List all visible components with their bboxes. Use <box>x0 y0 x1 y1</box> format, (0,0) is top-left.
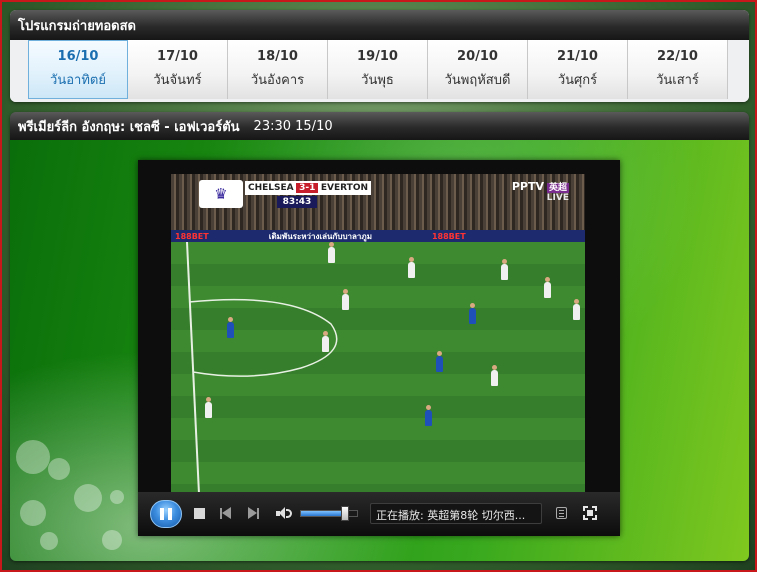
day-tab-21-10[interactable]: 21/10 วันศุกร์ <box>528 40 628 99</box>
bokeh-decoration <box>110 490 124 504</box>
away-team: EVERTON <box>320 183 368 193</box>
day-tab-name: วันพุธ <box>361 73 394 88</box>
speaker-cone <box>279 507 285 519</box>
fullscreen-icon <box>583 506 588 511</box>
video-screen[interactable]: 188BET เดิมพันระหว่างเล่นกับบาลาภูม 188B… <box>171 174 585 494</box>
previous-button[interactable] <box>220 507 234 519</box>
player-everton <box>328 242 335 263</box>
day-tab-20-10[interactable]: 20/10 วันพฤหัสบดี <box>428 40 528 99</box>
match-score: 3-1 <box>296 183 319 193</box>
day-tab-name: วันอังคาร <box>250 73 305 88</box>
bokeh-decoration <box>102 530 122 550</box>
day-tab-date: 21/10 <box>557 49 598 64</box>
fullscreen-icon-corner <box>592 506 597 511</box>
next-icon-bar <box>257 507 259 519</box>
now-playing-text: 正在播放: 英超第8轮 切尔西... <box>370 503 542 524</box>
player-chelsea <box>227 317 234 338</box>
day-tab-22-10[interactable]: 22/10 วันเสาร์ <box>628 40 728 99</box>
broadcaster-logo: PPTV 英超 LIVE <box>511 180 569 203</box>
day-tab-date: 16/10 <box>57 49 99 64</box>
video-player: 188BET เดิมพันระหว่างเล่นกับบาลาภูม 188B… <box>138 160 620 536</box>
bokeh-decoration <box>74 484 102 512</box>
player-everton <box>501 259 508 280</box>
broadcaster-tag: 英超 <box>546 183 569 193</box>
player-controls: 正在播放: 英超第8轮 切尔西... <box>138 492 620 536</box>
match-time: 23:30 15/10 <box>253 118 333 134</box>
menu-icon[interactable] <box>556 507 567 519</box>
touch-line <box>186 241 200 494</box>
day-tab-19-10[interactable]: 19/10 วันพุธ <box>328 40 428 99</box>
volume-thumb[interactable] <box>341 506 349 521</box>
pitch-lines <box>186 241 338 494</box>
ad-text: เดิมพันระหว่างเล่นกับบาลาภูม <box>268 231 372 241</box>
pause-button[interactable] <box>150 500 182 528</box>
schedule-panel: โปรแกรมถ่ายทอดสด 16/10 วันอาทิตย์ 17/10 … <box>10 10 749 102</box>
fullscreen-icon-corner <box>592 515 597 520</box>
broadcaster-name: PPTV <box>511 180 544 193</box>
bokeh-decoration <box>40 532 58 550</box>
home-team: CHELSEA <box>248 183 294 193</box>
day-tab-date: 20/10 <box>457 49 498 64</box>
day-tab-name: วันพฤหัสบดี <box>444 73 511 88</box>
match-header: พรีเมียร์ลีก อังกฤษ: เชลซี - เอฟเวอร์ตัน… <box>10 112 749 140</box>
player-everton <box>491 365 498 386</box>
day-tab-date: 19/10 <box>357 49 398 64</box>
stop-button[interactable] <box>194 508 205 519</box>
fullscreen-icon-corner <box>583 515 588 520</box>
speaker-wave <box>286 509 292 518</box>
player-everton <box>342 289 349 310</box>
volume-icon[interactable] <box>276 507 292 520</box>
center-circle <box>188 298 338 377</box>
schedule-title: โปรแกรมถ่ายทอดสด <box>10 10 749 40</box>
day-tab-name: วันจันทร์ <box>153 73 202 88</box>
player-panel: พรีเมียร์ลีก อังกฤษ: เชลซี - เอฟเวอร์ตัน… <box>10 112 749 561</box>
player-chelsea <box>436 351 443 372</box>
premier-league-logo: ♛ <box>199 180 243 208</box>
pause-icon <box>160 508 164 520</box>
previous-icon-arrow <box>222 507 231 519</box>
pause-icon-bar <box>168 508 172 520</box>
ad-text: 188BET <box>431 231 466 241</box>
fullscreen-button[interactable] <box>583 506 597 520</box>
day-tab-name: วันอาทิตย์ <box>50 73 106 88</box>
bokeh-decoration <box>16 440 50 474</box>
player-everton <box>322 331 329 352</box>
next-icon <box>248 507 257 519</box>
football-pitch <box>171 241 585 494</box>
scorebug: ♛ CHELSEA 3-1 EVERTON 83:43 <box>199 180 371 210</box>
day-tabs: 16/10 วันอาทิตย์ 17/10 วันจันทร์ 18/10 ว… <box>10 40 749 102</box>
player-everton <box>205 397 212 418</box>
player-chelsea <box>425 405 432 426</box>
day-tab-date: 22/10 <box>657 49 698 64</box>
day-tab-name: วันศุกร์ <box>557 73 598 88</box>
player-everton <box>573 299 580 320</box>
day-tab-date: 18/10 <box>257 49 298 64</box>
bokeh-decoration <box>48 458 70 480</box>
player-everton <box>544 277 551 298</box>
player-chelsea <box>469 303 476 324</box>
ad-text: 188BET <box>175 231 209 241</box>
volume-slider[interactable] <box>300 506 358 521</box>
day-tab-18-10[interactable]: 18/10 วันอังคาร <box>228 40 328 99</box>
day-tab-date: 17/10 <box>157 49 198 64</box>
next-button[interactable] <box>248 507 262 519</box>
day-tab-name: วันเสาร์ <box>656 73 699 88</box>
bokeh-decoration <box>20 500 46 526</box>
player-everton <box>408 257 415 278</box>
match-title: พรีเมียร์ลีก อังกฤษ: เชลซี - เอฟเวอร์ตัน <box>18 119 240 135</box>
day-tab-16-10[interactable]: 16/10 วันอาทิตย์ <box>28 40 128 99</box>
scorebug-teams: CHELSEA 3-1 EVERTON <box>245 181 371 195</box>
ad-board: 188BET เดิมพันระหว่างเล่นกับบาลาภูม 188B… <box>171 230 585 242</box>
live-label: LIVE <box>546 193 569 203</box>
volume-fill <box>301 511 345 516</box>
day-tab-17-10[interactable]: 17/10 วันจันทร์ <box>128 40 228 99</box>
match-clock: 83:43 <box>277 196 317 208</box>
